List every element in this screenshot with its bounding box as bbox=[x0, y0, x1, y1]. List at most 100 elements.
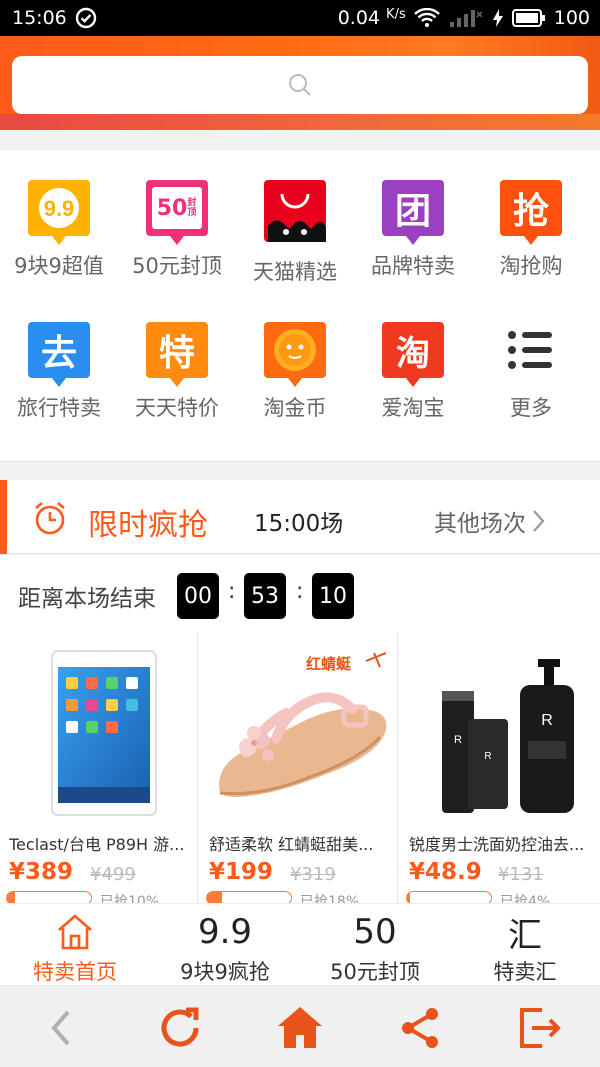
colon: : bbox=[228, 579, 236, 604]
home-icon bbox=[278, 1007, 322, 1048]
chevron-right-icon bbox=[533, 510, 545, 532]
tab-label: 特卖首页 bbox=[33, 960, 117, 984]
category-travel[interactable]: 去 旅行特卖 bbox=[0, 292, 118, 422]
sold-text: 已抢18% bbox=[300, 894, 360, 903]
sold-text: 已抢10% bbox=[100, 894, 160, 903]
refresh-button[interactable] bbox=[154, 1002, 206, 1054]
category-tmall[interactable]: 天猫精选 bbox=[236, 150, 354, 284]
travel-icon: 去 bbox=[28, 322, 90, 387]
session-time: 15:00场 bbox=[254, 511, 344, 537]
tab-label: 特卖汇 bbox=[493, 960, 557, 984]
countdown-minutes: 53 bbox=[244, 573, 286, 619]
category-label: 淘金币 bbox=[263, 396, 327, 420]
list-menu-icon bbox=[500, 322, 562, 378]
category-grid: 9.9 9块9超值 50 封顶 50元封顶 天猫精选 团 品牌特卖 抢 淘抢购 去… bbox=[0, 150, 600, 462]
product-price: ¥389 bbox=[9, 859, 74, 885]
category-ai-taobao[interactable]: 淘 爱淘宝 bbox=[354, 292, 472, 422]
category-daily-deal[interactable]: 特 天天特价 bbox=[118, 292, 236, 422]
category-label: 天天特价 bbox=[135, 396, 219, 420]
back-button[interactable] bbox=[35, 1002, 87, 1054]
category-brand[interactable]: 团 品牌特卖 bbox=[354, 150, 472, 280]
app-root: { "status": {"time": "15:06", "speed": "… bbox=[0, 0, 600, 1067]
product-original-price: ¥499 bbox=[90, 864, 136, 885]
nine-nine-icon: 9.9 bbox=[28, 180, 90, 245]
battery-icon bbox=[511, 9, 545, 27]
group-icon: 团 bbox=[382, 180, 444, 245]
product-list: Teclast/台电 P89H 游... ¥389 ¥499 已抢10% 红蜻蜓… bbox=[0, 633, 600, 903]
product-card[interactable]: R R R 锐度男士洗面奶控油去... ¥48.9 ¥131 已抢4% bbox=[400, 633, 598, 903]
charging-icon bbox=[492, 9, 503, 27]
sold-progress-fill bbox=[407, 892, 411, 903]
category-50yuan[interactable]: 50 封顶 50元封顶 bbox=[118, 150, 236, 280]
chevron-left-icon bbox=[51, 1010, 70, 1046]
category-taoqiang[interactable]: 抢 淘抢购 bbox=[472, 150, 590, 280]
grab-icon: 抢 bbox=[500, 180, 562, 245]
refresh-icon bbox=[161, 1007, 199, 1047]
wifi-icon bbox=[413, 8, 440, 27]
category-label: 爱淘宝 bbox=[381, 396, 445, 420]
home-outline-icon bbox=[55, 910, 95, 954]
tab-50yuan[interactable]: 50 50元封顶 bbox=[300, 904, 450, 986]
sold-progress-fill bbox=[207, 892, 223, 903]
countdown-hours: 00 bbox=[177, 573, 219, 619]
svg-text:R: R bbox=[454, 734, 462, 746]
category-label: 50元封顶 bbox=[132, 254, 222, 278]
flash-sale-title: 限时疯抢 bbox=[88, 508, 208, 543]
status-bar: 15:06 0.04 K/s 100 bbox=[0, 0, 600, 36]
svg-text:R: R bbox=[541, 712, 553, 729]
tab-home[interactable]: 特卖首页 bbox=[0, 904, 150, 986]
exit-button[interactable] bbox=[514, 1002, 566, 1054]
product-original-price: ¥131 bbox=[498, 864, 544, 885]
sold-progress-bar bbox=[206, 891, 292, 903]
share-icon bbox=[402, 1008, 438, 1048]
product-original-price: ¥319 bbox=[290, 864, 336, 885]
category-label: 淘抢购 bbox=[499, 254, 563, 278]
nine-nine-tab-icon: 9.9 bbox=[197, 912, 253, 952]
countdown-row: 距离本场结束 00 : 53 : 10 bbox=[0, 555, 600, 633]
taobao-icon: 淘 bbox=[382, 322, 444, 387]
exit-icon bbox=[520, 1008, 561, 1048]
category-label: 旅行特卖 bbox=[17, 396, 101, 420]
product-image-tablet bbox=[6, 643, 192, 823]
battery-level: 100 bbox=[553, 7, 590, 29]
search-input[interactable] bbox=[12, 56, 588, 114]
other-sessions-label: 其他场次 bbox=[434, 511, 526, 537]
tab-9kuai9[interactable]: 9.9 9块9疯抢 bbox=[150, 904, 300, 986]
colon: : bbox=[296, 579, 304, 604]
flash-sale-header: 限时疯抢 15:00场 其他场次 bbox=[0, 480, 600, 554]
share-button[interactable] bbox=[394, 1002, 446, 1054]
product-image-cleanser: R R R bbox=[406, 643, 592, 823]
sold-progress-bar bbox=[406, 891, 492, 903]
tab-label: 50元封顶 bbox=[330, 960, 420, 984]
svg-text:9.9: 9.9 bbox=[44, 196, 75, 221]
category-more[interactable]: 更多 bbox=[472, 292, 590, 422]
product-name: Teclast/台电 P89H 游... bbox=[9, 835, 185, 854]
product-image-sandal: 红蜻蜓 bbox=[206, 643, 392, 823]
home-button[interactable] bbox=[274, 1002, 326, 1054]
other-sessions-link[interactable]: 其他场次 bbox=[434, 504, 548, 538]
check-circle-icon bbox=[75, 7, 96, 29]
signal-icon bbox=[449, 10, 483, 27]
product-card[interactable]: 红蜻蜓 舒适柔软 红蜻蜓甜美... ¥199 ¥319 已抢18% bbox=[200, 633, 398, 903]
bottom-tab-bar: 特卖首页 9.9 9块9疯抢 50 50元封顶 汇 特卖汇 bbox=[0, 903, 600, 985]
hui-tab-icon: 汇 bbox=[508, 915, 542, 956]
category-label: 9块9超值 bbox=[14, 254, 104, 278]
tab-temaihui[interactable]: 汇 特卖汇 bbox=[450, 904, 600, 986]
category-9kuai9[interactable]: 9.9 9块9超值 bbox=[0, 150, 118, 280]
product-name: 锐度男士洗面奶控油去... bbox=[409, 835, 585, 854]
tmall-bag-icon bbox=[264, 180, 326, 242]
sold-progress-fill bbox=[7, 892, 16, 903]
alarm-clock-icon bbox=[35, 502, 65, 535]
gold-coin-icon bbox=[264, 322, 326, 387]
special-price-icon: 特 bbox=[146, 322, 208, 387]
countdown-seconds: 10 bbox=[312, 573, 354, 619]
category-label: 品牌特卖 bbox=[371, 254, 455, 278]
product-card[interactable]: Teclast/台电 P89H 游... ¥389 ¥499 已抢10% bbox=[0, 633, 198, 903]
network-speed: 0.04 K/s bbox=[337, 7, 406, 29]
category-label: 更多 bbox=[510, 396, 552, 420]
category-gold-coin[interactable]: 淘金币 bbox=[236, 292, 354, 422]
sold-text: 已抢4% bbox=[500, 894, 551, 903]
sold-progress-bar bbox=[6, 891, 92, 903]
tab-label: 9块9疯抢 bbox=[180, 960, 270, 984]
fifty-cap-icon: 50 封顶 bbox=[146, 180, 208, 245]
